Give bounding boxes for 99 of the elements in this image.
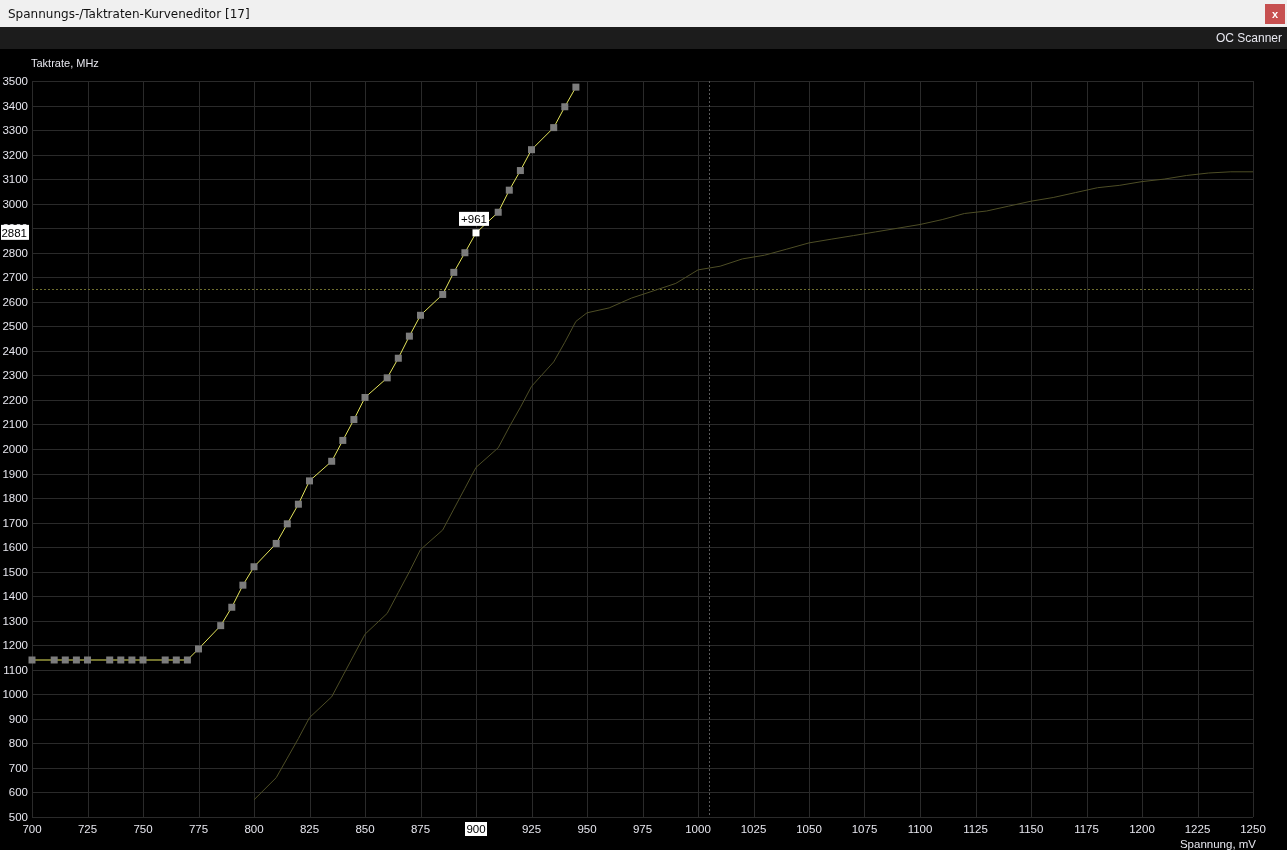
curve-point[interactable] (450, 268, 458, 276)
axis-tick-label: 1000 (2, 688, 28, 701)
curve-point[interactable] (306, 477, 313, 485)
axis-tick-label: 975 (632, 823, 653, 835)
curve-point[interactable] (439, 290, 447, 298)
curve-point[interactable] (494, 208, 502, 216)
oc-scanner-button[interactable]: OC Scanner (1210, 31, 1287, 45)
axis-tick-label: 1175 (1074, 823, 1099, 835)
axis-tick-label: 925 (521, 823, 542, 835)
axis-tick-label: 1125 (963, 823, 988, 835)
curve-point[interactable] (394, 354, 402, 362)
axis-tick-label: 1600 (2, 541, 28, 554)
curve-point[interactable] (383, 374, 391, 382)
axis-tick-label: 2600 (2, 295, 28, 308)
axis-tick-label: 2300 (2, 369, 28, 382)
curve-point[interactable] (228, 603, 236, 611)
curve-point[interactable] (106, 656, 114, 664)
curve-point[interactable] (250, 563, 258, 571)
axis-title: Taktrate, MHz (31, 57, 99, 69)
axis-tick-label: 2700 (2, 271, 28, 284)
axis-tick-label: 1500 (2, 565, 28, 578)
axis-tick-label: 875 (410, 823, 431, 835)
axis-tick-label: 700 (8, 761, 28, 774)
axis-tick-label: 3000 (2, 197, 28, 210)
curve-point[interactable] (239, 581, 247, 589)
axis-tick-label: 2200 (2, 393, 28, 406)
curve-point[interactable] (195, 645, 202, 653)
axis-tick-label: 2100 (2, 418, 28, 431)
axis-tick-label: 800 (244, 823, 264, 835)
curve-point[interactable] (417, 311, 424, 319)
axis-tick-label: 1150 (1018, 823, 1044, 835)
curve-point[interactable] (361, 394, 369, 401)
axis-tick-label: 775 (188, 823, 209, 835)
axis-tick-label: 1025 (740, 823, 767, 835)
selected-point[interactable] (472, 229, 480, 237)
axis-tick-label: 750 (133, 823, 153, 835)
axis-tick-label: 2800 (2, 246, 28, 259)
axis-tick-label: 700 (22, 823, 42, 835)
axis-tick-label: 2500 (2, 320, 28, 333)
axis-tick-label: 725 (77, 823, 98, 835)
value-marker: 900 (465, 822, 487, 836)
axis-tick-label: 3400 (2, 99, 28, 112)
curve-point[interactable] (72, 656, 80, 664)
curve-point[interactable] (128, 656, 136, 664)
axis-tick-label: 1100 (3, 663, 28, 676)
axis-tick-label: 1700 (2, 516, 28, 529)
curve-point[interactable] (550, 124, 558, 132)
point-tooltip: +961 (459, 211, 489, 226)
axis-tick-label: 2400 (2, 344, 28, 357)
axis-tick-label: 900 (8, 712, 28, 725)
axis-tick-label: 1075 (851, 823, 878, 835)
axis-tick-label: 1300 (2, 614, 28, 627)
curve-point[interactable] (172, 656, 180, 664)
curve-point[interactable] (505, 186, 513, 194)
axis-tick-label: 3300 (2, 124, 28, 137)
curve-point[interactable] (283, 520, 291, 528)
curve-point[interactable] (294, 500, 302, 508)
curve-point[interactable] (405, 332, 413, 340)
curve-point[interactable] (328, 457, 336, 465)
curve-point[interactable] (217, 622, 225, 630)
axis-tick-label: 1800 (2, 492, 28, 505)
close-button[interactable]: x (1265, 3, 1285, 24)
axis-tick-label: 1000 (685, 823, 711, 835)
axis-tick-label: 1250 (1240, 823, 1266, 835)
axis-tick-label: 1225 (1184, 823, 1211, 835)
axis-tick-label: 1100 (907, 823, 933, 835)
curve-point[interactable] (350, 416, 358, 424)
axis-tick-label: 500 (8, 811, 28, 823)
axis-tick-label: 1900 (2, 467, 28, 480)
window-title: Spannungs-/Taktraten-Kurveneditor [17] (8, 6, 250, 21)
curve-point[interactable] (561, 103, 569, 111)
curve-point[interactable] (161, 656, 169, 664)
axis-tick-label: 1400 (2, 590, 28, 603)
curve-point[interactable] (528, 146, 535, 154)
axis-tick-label: 3500 (2, 75, 28, 87)
curve-point[interactable] (117, 656, 125, 664)
axis-tick-label: 1200 (1129, 823, 1155, 835)
axis-tick-label: 1050 (796, 823, 822, 835)
axis-title: Spannung, mV (1179, 838, 1257, 850)
axis-tick-label: 1200 (2, 639, 28, 652)
curve-point[interactable] (339, 436, 347, 444)
curve-point[interactable] (572, 83, 580, 91)
axis-tick-label: 600 (8, 786, 28, 799)
curve-point[interactable] (461, 249, 469, 257)
axis-tick-label: 3200 (2, 148, 28, 161)
curve-point[interactable] (516, 167, 524, 175)
axis-tick-label: 950 (577, 823, 597, 835)
curve-point[interactable] (61, 656, 69, 664)
curve-point[interactable] (183, 656, 191, 664)
axis-tick-label: 825 (299, 823, 320, 835)
axis-tick-label: 2000 (2, 443, 28, 455)
axis-tick-label: 3100 (2, 173, 28, 186)
curve-point[interactable] (84, 656, 91, 664)
curve-point[interactable] (272, 539, 280, 547)
curve-point[interactable] (139, 656, 147, 664)
axis-tick-label: 800 (8, 737, 28, 750)
axis-tick-label: 850 (355, 823, 375, 835)
curve-point[interactable] (50, 656, 58, 664)
curve-point[interactable] (28, 656, 36, 664)
